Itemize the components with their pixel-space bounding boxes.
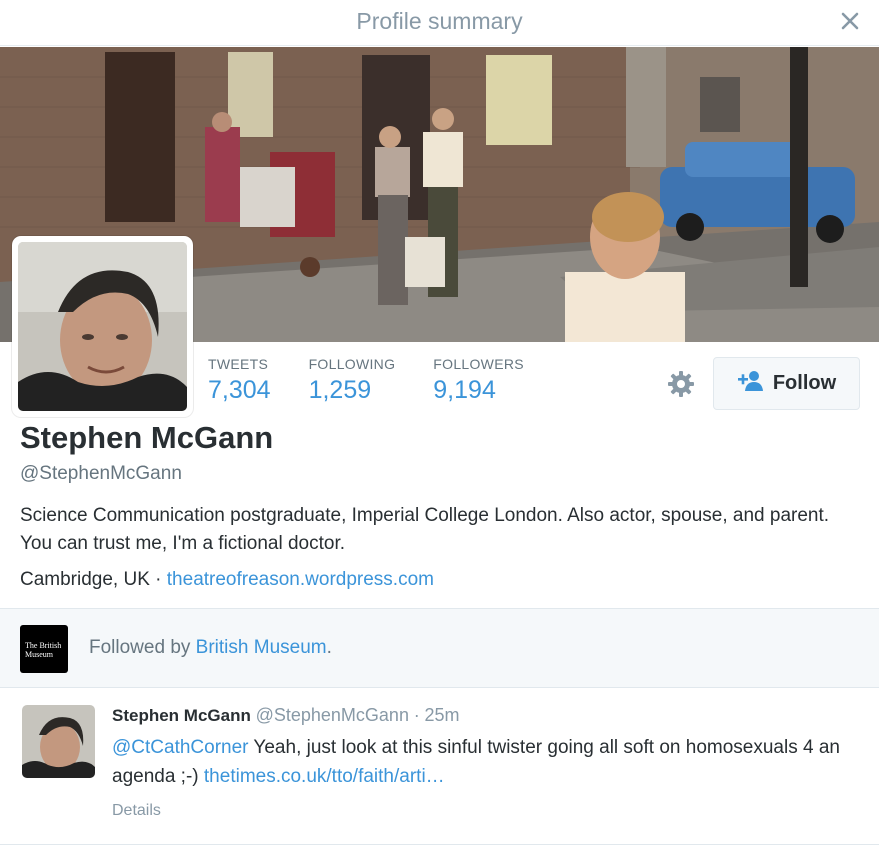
tweet-mention-link[interactable]: @CtCathCorner [112, 737, 249, 758]
profile-location: Cambridge, UK [20, 569, 150, 590]
followed-by-prefix: Followed by [89, 637, 191, 658]
tweet-author-handle[interactable]: @StephenMcGann [256, 705, 409, 725]
modal-header: Profile summary [0, 0, 879, 46]
add-user-icon [737, 370, 765, 397]
tweet-text: @CtCathCorner Yeah, just look at this si… [112, 733, 852, 791]
followed-by-suffix: . [326, 637, 332, 658]
profile-meta: Cambridge, UK · theatreofreason.wordpres… [20, 569, 434, 591]
tweet-author-name[interactable]: Stephen McGann [112, 706, 251, 725]
stat-value: 7,304 [208, 376, 271, 404]
tweet-url-link[interactable]: thetimes.co.uk/tto/faith/arti… [204, 766, 445, 787]
follow-label: Follow [772, 372, 837, 394]
follow-button[interactable]: Follow [713, 357, 860, 410]
logo-text: The British Museum [25, 641, 62, 659]
tweet-separator: · [413, 705, 420, 725]
profile-bio: Science Communication postgraduate, Impe… [20, 505, 830, 554]
profile-handle[interactable]: @StephenMcGann [20, 463, 182, 485]
tweet-timestamp[interactable]: 25m [424, 705, 459, 725]
tweet-header: Stephen McGann @StephenMcGann · 25m [112, 705, 459, 726]
followed-by-account-link[interactable]: British Museum [196, 637, 327, 658]
modal-title: Profile summary [356, 8, 523, 34]
close-icon[interactable] [839, 10, 861, 32]
tweet-avatar[interactable] [22, 705, 95, 778]
profile-avatar[interactable] [12, 236, 193, 417]
followed-by-panel: The British Museum Followed by British M… [0, 608, 879, 688]
profile-name[interactable]: Stephen McGann [20, 420, 273, 456]
stat-value: 1,259 [308, 376, 372, 404]
profile-stats: TWEETS 7,304 FOLLOWING 1,259 FOLLOWERS 9… [208, 356, 562, 405]
stat-label: FOLLOWING [308, 356, 396, 372]
stat-label: FOLLOWERS [433, 356, 524, 372]
stat-following[interactable]: FOLLOWING 1,259 [309, 356, 396, 405]
stat-followers[interactable]: FOLLOWERS 9,194 [433, 356, 524, 405]
profile-website-link[interactable]: theatreofreason.wordpress.com [167, 569, 434, 590]
british-museum-logo[interactable]: The British Museum [20, 625, 68, 673]
tweet-item[interactable]: Stephen McGann @StephenMcGann · 25m @CtC… [0, 689, 879, 845]
followed-by-text: Followed by British Museum. [89, 637, 332, 659]
gear-icon[interactable] [665, 368, 697, 400]
stat-label: TWEETS [208, 356, 269, 372]
stat-tweets[interactable]: TWEETS 7,304 [208, 356, 271, 405]
meta-separator: · [155, 569, 162, 590]
stat-value: 9,194 [433, 376, 496, 404]
tweet-details-link[interactable]: Details [112, 802, 161, 820]
